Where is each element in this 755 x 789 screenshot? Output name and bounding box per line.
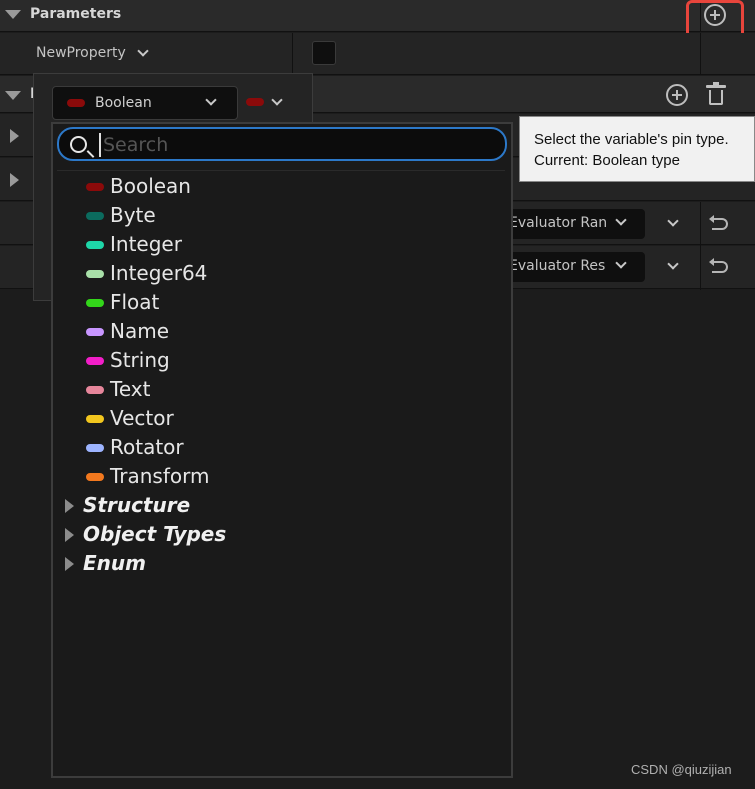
type-label: Float bbox=[110, 290, 160, 314]
pin-color-icon bbox=[86, 241, 104, 249]
pin-color-icon bbox=[86, 183, 104, 191]
type-label: Integer bbox=[110, 232, 182, 256]
property-value-checkbox[interactable] bbox=[312, 41, 336, 65]
pin-type-label: Boolean bbox=[95, 95, 152, 111]
expand-arrow-icon[interactable] bbox=[10, 129, 19, 143]
type-list: Boolean Byte Integer Integer64 Float Nam… bbox=[57, 173, 505, 579]
type-label: Vector bbox=[110, 406, 174, 430]
type-item-float[interactable]: Float bbox=[57, 289, 505, 318]
expand-arrow-icon[interactable] bbox=[65, 557, 74, 571]
expand-arrow-icon[interactable] bbox=[10, 173, 19, 187]
container-type-icon[interactable] bbox=[246, 98, 264, 106]
type-item-string[interactable]: String bbox=[57, 347, 505, 376]
type-label: Text bbox=[110, 377, 151, 401]
delete-icon[interactable] bbox=[706, 82, 726, 105]
type-label: Transform bbox=[110, 464, 210, 488]
pin-color-icon bbox=[86, 444, 104, 452]
property-row[interactable]: NewProperty bbox=[0, 33, 755, 75]
category-label: Enum bbox=[83, 551, 146, 575]
type-item-boolean[interactable]: Boolean bbox=[57, 173, 505, 202]
divider bbox=[57, 170, 505, 171]
type-item-rotator[interactable]: Rotator bbox=[57, 434, 505, 463]
pin-color-icon bbox=[86, 473, 104, 481]
evaluator-dropdown[interactable]: Evaluator Res bbox=[505, 252, 645, 282]
search-bar[interactable] bbox=[55, 126, 508, 162]
type-item-integer64[interactable]: Integer64 bbox=[57, 260, 505, 289]
type-label: Rotator bbox=[110, 435, 184, 459]
type-item-name[interactable]: Name bbox=[57, 318, 505, 347]
type-label: String bbox=[110, 348, 170, 372]
pin-color-icon bbox=[86, 212, 104, 220]
evaluator-value: Evaluator Ran bbox=[509, 215, 608, 231]
pin-type-combo[interactable]: Boolean bbox=[52, 86, 238, 120]
pin-color-icon bbox=[86, 299, 104, 307]
details-panel: Parameters NewProperty I Evaluator Ran E… bbox=[0, 0, 755, 789]
search-input[interactable] bbox=[99, 133, 479, 157]
type-item-text[interactable]: Text bbox=[57, 376, 505, 405]
type-label: Name bbox=[110, 319, 170, 343]
column-divider bbox=[292, 33, 293, 75]
evaluator-value: Evaluator Res bbox=[509, 258, 606, 274]
pin-color-icon bbox=[86, 357, 104, 365]
property-name[interactable]: NewProperty bbox=[36, 45, 126, 61]
reset-icon[interactable] bbox=[709, 215, 728, 230]
collapse-arrow-icon[interactable] bbox=[5, 10, 21, 19]
column-divider bbox=[700, 33, 701, 75]
column-divider bbox=[700, 202, 701, 290]
category-label: Object Types bbox=[83, 522, 227, 546]
type-item-transform[interactable]: Transform bbox=[57, 463, 505, 492]
tooltip-line: Current: Boolean type bbox=[534, 152, 680, 169]
expand-arrow-icon[interactable] bbox=[65, 499, 74, 513]
type-label: Integer64 bbox=[110, 261, 208, 285]
category-enum[interactable]: Enum bbox=[57, 550, 505, 579]
pin-type-tooltip: Select the variable's pin type. Current:… bbox=[519, 116, 755, 182]
watermark: CSDN @qiuzijian bbox=[631, 762, 732, 777]
type-item-vector[interactable]: Vector bbox=[57, 405, 505, 434]
parameters-title: Parameters bbox=[30, 6, 122, 22]
chevron-down-icon bbox=[615, 214, 627, 226]
tooltip-line: Select the variable's pin type. bbox=[534, 131, 729, 148]
type-item-byte[interactable]: Byte bbox=[57, 202, 505, 231]
expand-arrow-icon[interactable] bbox=[65, 528, 74, 542]
reset-icon[interactable] bbox=[709, 258, 728, 273]
search-box[interactable] bbox=[57, 127, 507, 161]
collapse-arrow-icon[interactable] bbox=[5, 91, 21, 100]
chevron-down-icon bbox=[615, 257, 627, 269]
type-label: Boolean bbox=[110, 174, 191, 198]
pin-color-icon bbox=[86, 270, 104, 278]
category-structure[interactable]: Structure bbox=[57, 492, 505, 521]
add-element-icon[interactable] bbox=[666, 84, 688, 106]
pin-color-icon bbox=[86, 328, 104, 336]
boolean-pin-icon bbox=[67, 99, 85, 107]
type-item-integer[interactable]: Integer bbox=[57, 231, 505, 260]
pin-color-icon bbox=[86, 386, 104, 394]
parameters-category-header[interactable]: Parameters bbox=[0, 0, 755, 32]
category-object-types[interactable]: Object Types bbox=[57, 521, 505, 550]
chevron-down-icon[interactable] bbox=[137, 45, 149, 57]
search-icon bbox=[70, 136, 87, 153]
type-label: Byte bbox=[110, 203, 156, 227]
pin-color-icon bbox=[86, 415, 104, 423]
category-label: Structure bbox=[83, 493, 191, 517]
evaluator-dropdown[interactable]: Evaluator Ran bbox=[505, 209, 645, 239]
chevron-down-icon bbox=[205, 94, 217, 106]
